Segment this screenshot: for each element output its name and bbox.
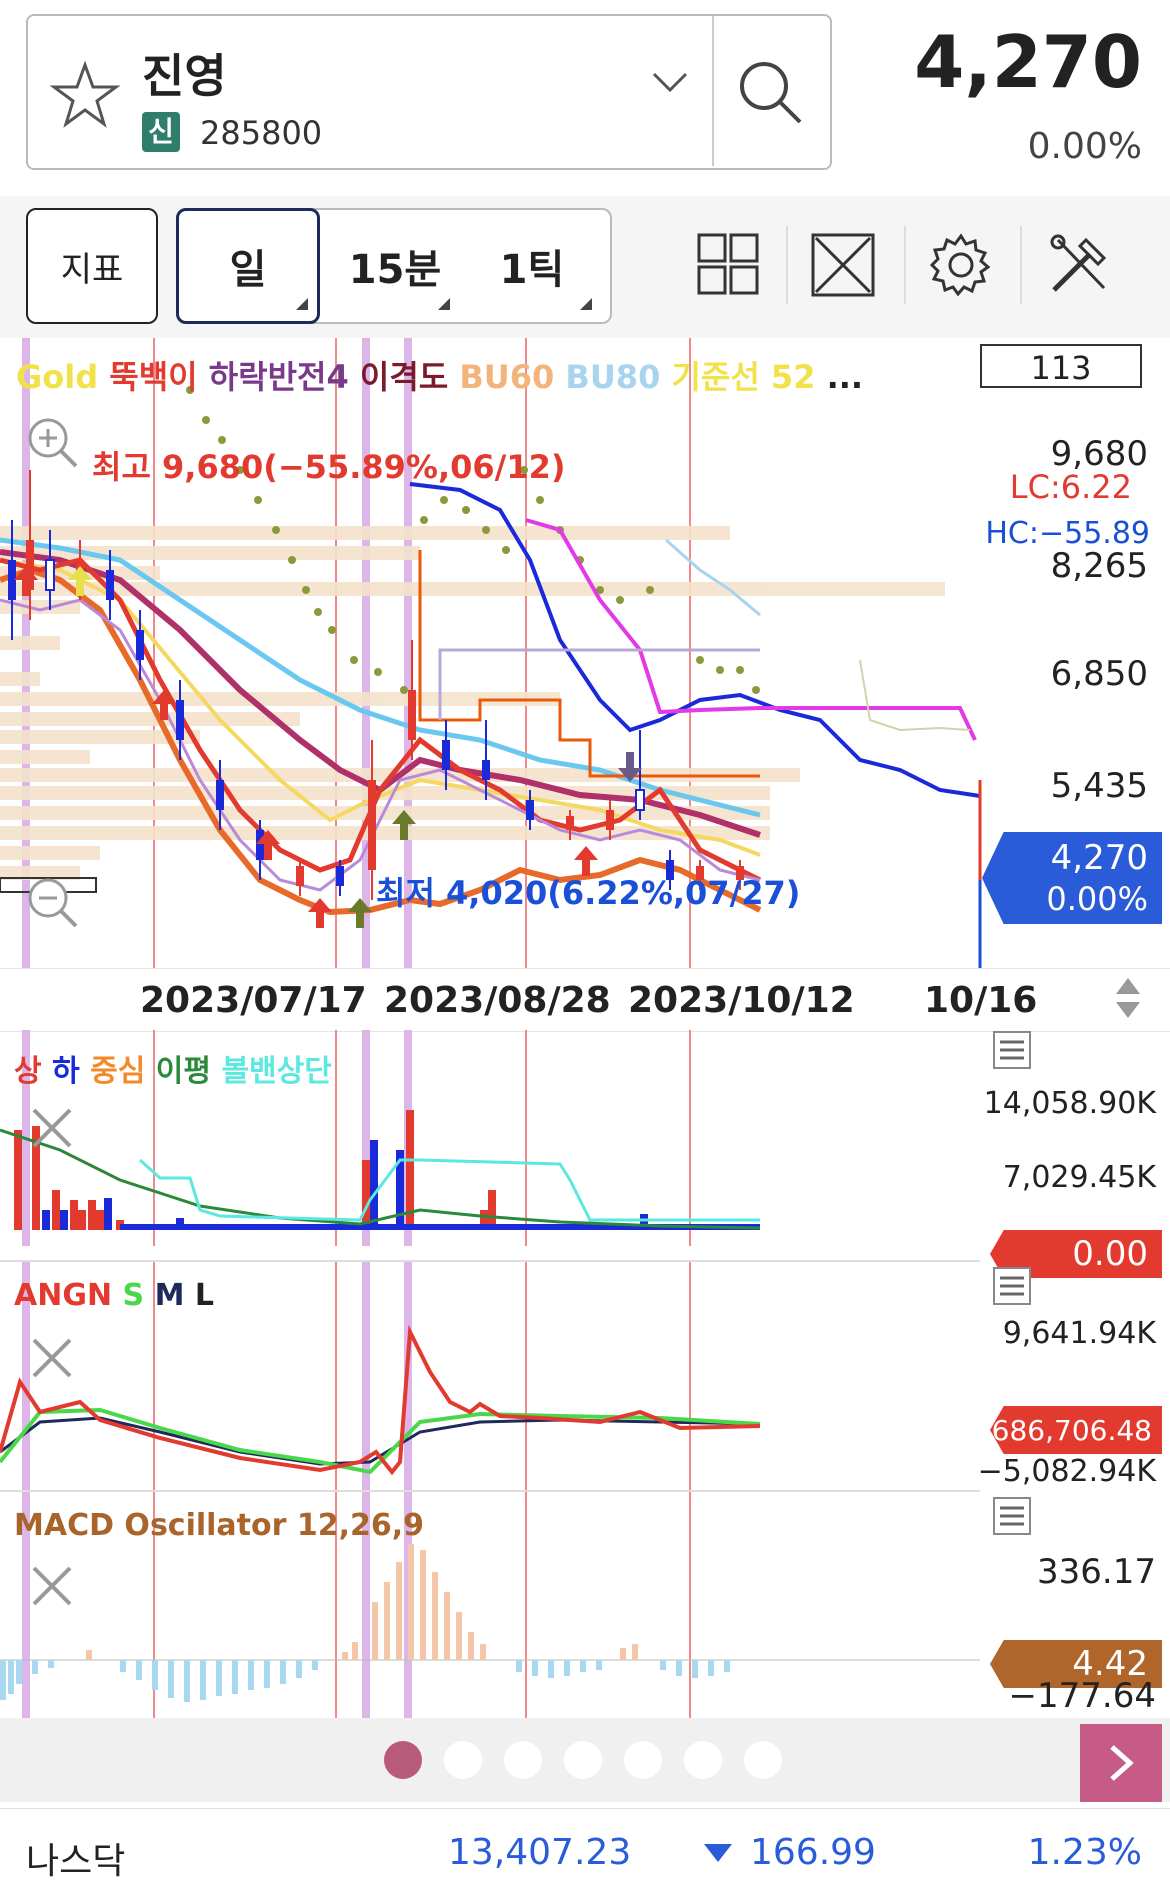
- high-price-label: 최고 9,680(−55.89%,06/12): [92, 448, 566, 486]
- legend-l: L: [194, 1278, 215, 1313]
- settings-gear-icon[interactable]: [928, 232, 994, 298]
- page-dot[interactable]: [744, 1741, 782, 1779]
- dropdown-corner-icon: [296, 298, 308, 310]
- panel-menu-icon[interactable]: [992, 1266, 1032, 1306]
- legend-down: 하: [52, 1054, 80, 1089]
- legend-bu60: BU60: [459, 358, 555, 396]
- price-axis-label: 5,435: [1050, 766, 1148, 806]
- down-triangle-icon: [704, 1844, 732, 1862]
- close-panel-icon[interactable]: [28, 1104, 76, 1152]
- current-tag-price: 4,270: [1050, 838, 1148, 878]
- angn-axis-label: 9,641.94K: [1002, 1316, 1156, 1351]
- ticker-percent: 1.23%: [1027, 1832, 1142, 1873]
- legend-disparity: 이격도: [359, 358, 449, 396]
- angn-tag-value: 686,706.48: [991, 1414, 1152, 1447]
- low-price-label: 최저 4,020(6.22%,07/27): [376, 874, 801, 912]
- page-dot[interactable]: [444, 1741, 482, 1779]
- volume-legend[interactable]: 상 하 중심 이평 볼밴상단: [14, 1046, 332, 1090]
- page-dot-active[interactable]: [384, 1741, 422, 1779]
- macd-axis-label: −177.64: [1008, 1676, 1156, 1716]
- current-price-tag: 4,270 0.00%: [982, 832, 1162, 924]
- macd-title[interactable]: MACD Oscillator 12,26,9: [14, 1508, 424, 1543]
- ticker-name: 나스닥: [26, 1841, 126, 1882]
- x-axis-label: 2023/08/28: [384, 980, 611, 1021]
- indicator-button[interactable]: 지표: [26, 208, 158, 324]
- divider: [712, 16, 714, 166]
- stock-name: 진영: [142, 49, 227, 103]
- candle-count-box[interactable]: 113: [980, 344, 1142, 388]
- legend-gold: Gold: [16, 358, 99, 396]
- volume-axis-label: 14,058.90K: [983, 1086, 1156, 1121]
- legend-bb-upper: 볼밴상단: [221, 1054, 332, 1089]
- x-axis-label: 2023/07/17: [140, 980, 367, 1021]
- macd-axis-label: 336.17: [1037, 1552, 1156, 1592]
- main-indicator-legend[interactable]: Gold 뚝백이 하락반전4 이격도 BU60 BU80 기준선 52 ...: [16, 352, 863, 398]
- legend-center: 중심: [90, 1054, 146, 1089]
- legend-ddukbaegi: 뚝백이: [109, 358, 198, 396]
- panel-menu-icon[interactable]: [992, 1496, 1032, 1536]
- panel-menu-icon[interactable]: [992, 1030, 1032, 1070]
- angn-current-tag: 686,706.48: [990, 1406, 1162, 1454]
- page-dot[interactable]: [684, 1741, 722, 1779]
- chevron-right-icon: [1110, 1745, 1134, 1781]
- stock-code: 285800: [200, 114, 323, 152]
- price-axis-label: 8,265: [1050, 546, 1148, 586]
- zoom-in-icon[interactable]: [24, 414, 80, 470]
- legend-angn: ANGN: [14, 1278, 113, 1313]
- tools-icon[interactable]: [1046, 232, 1112, 298]
- legend-reversal4: 하락반전4: [208, 358, 349, 396]
- legend-m: M: [154, 1278, 185, 1313]
- price-axis-label: 6,850: [1050, 654, 1148, 694]
- ticker-value: 13,407.23: [448, 1832, 632, 1873]
- angn-legend[interactable]: ANGN S M L: [14, 1278, 214, 1313]
- legend-bu80: BU80: [565, 358, 661, 396]
- close-panel-icon[interactable]: [28, 1562, 76, 1610]
- legend-ma: 이평: [155, 1054, 211, 1089]
- new-listing-badge: 신: [142, 112, 180, 152]
- resize-updown-icon[interactable]: [1108, 968, 1148, 1028]
- fullscreen-icon[interactable]: [810, 232, 876, 298]
- lc-label: LC:6.22: [1009, 468, 1132, 506]
- price-change-percent: 0.00%: [1027, 126, 1142, 167]
- page-dot[interactable]: [564, 1741, 602, 1779]
- layout-grid-icon[interactable]: [696, 232, 760, 296]
- volume-axis-label: 7,029.45K: [1002, 1160, 1156, 1195]
- divider: [904, 226, 906, 304]
- period-1tick-button[interactable]: 1틱: [470, 208, 594, 324]
- legend-s: S: [122, 1278, 145, 1313]
- page-dot[interactable]: [624, 1741, 662, 1779]
- search-icon[interactable]: [738, 60, 804, 126]
- current-tag-change: 0.00%: [1046, 880, 1148, 918]
- zoom-out-icon[interactable]: [24, 874, 80, 930]
- dropdown-corner-icon: [438, 298, 450, 310]
- next-page-button[interactable]: [1080, 1724, 1162, 1802]
- page-dot[interactable]: [504, 1741, 542, 1779]
- close-panel-icon[interactable]: [28, 1334, 76, 1382]
- divider: [1020, 226, 1022, 304]
- ticker-change: 166.99: [750, 1832, 876, 1873]
- divider: [786, 226, 788, 304]
- x-axis-label: 2023/10/12: [628, 980, 855, 1021]
- favorite-star-icon[interactable]: [50, 60, 120, 130]
- current-price: 4,270: [914, 20, 1142, 104]
- dropdown-corner-icon: [580, 298, 592, 310]
- x-axis-label: 10/16: [924, 980, 1038, 1021]
- legend-more[interactable]: ...: [827, 358, 863, 396]
- legend-baseline52: 기준선 52: [671, 358, 816, 396]
- angn-axis-label: −5,082.94K: [977, 1454, 1156, 1489]
- chevron-down-icon[interactable]: [650, 70, 690, 94]
- legend-up: 상: [14, 1054, 42, 1089]
